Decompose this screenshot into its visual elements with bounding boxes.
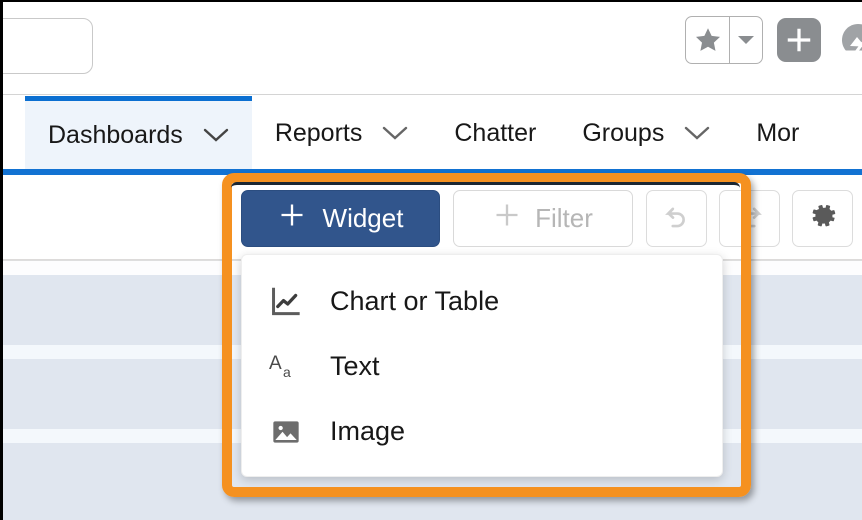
add-new-icon[interactable]: [777, 18, 821, 62]
menu-item-image[interactable]: Image: [242, 399, 722, 464]
dashboard-builder-toolbar: Widget Filter: [3, 175, 862, 260]
menu-item-chart-or-table-label: Chart or Table: [330, 286, 500, 316]
redo-icon: [735, 201, 765, 236]
settings-button[interactable]: [792, 190, 853, 247]
nav-tab-chatter[interactable]: Chatter: [431, 96, 559, 170]
menu-item-text-label: Text: [330, 351, 380, 381]
text-format-icon: A a: [268, 349, 304, 385]
chevron-down-icon[interactable]: [382, 119, 408, 148]
add-filter-button-label: Filter: [535, 203, 593, 233]
plus-icon: [493, 201, 521, 236]
plus-icon: [278, 201, 306, 236]
global-header-icon-group: [685, 16, 862, 64]
image-icon: [268, 414, 304, 450]
widget-type-dropdown-menu: Chart or Table A a Text Image: [241, 254, 723, 477]
chart-line-icon: [268, 284, 304, 320]
global-search-input[interactable]: [3, 18, 93, 74]
add-widget-button-label: Widget: [322, 203, 404, 233]
favorite-star-icon[interactable]: [686, 17, 729, 63]
menu-item-text[interactable]: A a Text: [242, 334, 722, 399]
nav-tab-reports-label: Reports: [274, 118, 363, 147]
menu-item-image-label: Image: [330, 416, 406, 446]
screenshot-root: Dashboards Reports Chatter Groups Mor Wi…: [0, 0, 862, 520]
nav-tab-more-label: Mor: [756, 118, 800, 147]
svg-text:A: A: [269, 353, 282, 374]
nav-tab-more[interactable]: Mor: [733, 96, 822, 170]
nav-tab-chatter-label: Chatter: [454, 118, 537, 147]
nav-tab-dashboards-label: Dashboards: [48, 121, 183, 149]
nav-tab-groups[interactable]: Groups: [559, 96, 733, 170]
undo-icon: [662, 201, 692, 236]
svg-text:a: a: [283, 364, 291, 380]
object-nav-bar: Dashboards Reports Chatter Groups Mor: [3, 96, 862, 170]
nav-tab-reports[interactable]: Reports: [252, 96, 432, 170]
redo-button[interactable]: [719, 190, 780, 247]
favorite-dropdown-caret-icon[interactable]: [730, 17, 762, 63]
add-filter-button[interactable]: Filter: [453, 190, 633, 247]
undo-button[interactable]: [646, 190, 707, 247]
favorites-button-group[interactable]: [685, 16, 763, 64]
nav-tab-dashboards[interactable]: Dashboards: [25, 96, 252, 170]
global-header: [3, 2, 862, 95]
nav-tab-groups-label: Groups: [582, 118, 665, 147]
add-widget-button[interactable]: Widget: [241, 190, 440, 247]
gear-icon: [808, 201, 838, 236]
menu-item-chart-or-table[interactable]: Chart or Table: [242, 269, 722, 334]
chevron-down-icon[interactable]: [684, 119, 710, 148]
chevron-down-icon[interactable]: [203, 121, 229, 150]
app-tree-icon[interactable]: [835, 17, 862, 63]
